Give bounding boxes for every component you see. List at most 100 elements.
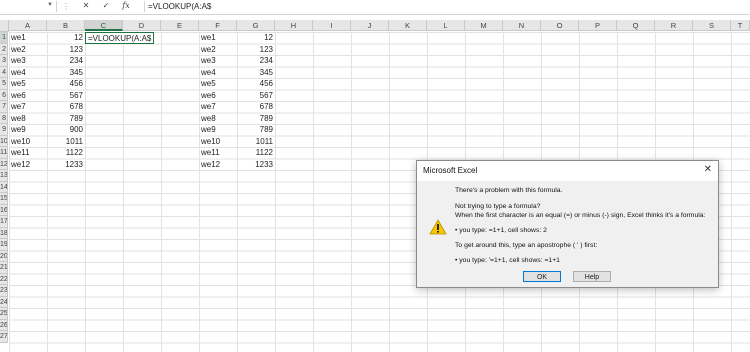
row-header-1[interactable]: 1 xyxy=(0,32,8,44)
ok-button[interactable]: OK xyxy=(523,271,561,282)
column-header-g[interactable]: G xyxy=(237,20,275,31)
cell-g2[interactable]: 123 xyxy=(237,44,275,56)
cell-f5[interactable]: we5 xyxy=(199,78,237,90)
row-header-13[interactable]: 13 xyxy=(0,170,8,182)
cell-g7[interactable]: 678 xyxy=(237,101,275,113)
row-header-6[interactable]: 6 xyxy=(0,89,8,101)
cell-b1[interactable]: 12 xyxy=(47,32,85,44)
column-header-n[interactable]: N xyxy=(503,20,541,31)
formula-input[interactable]: =VLOOKUP(A:A$ xyxy=(144,1,748,12)
name-box[interactable]: ▼ xyxy=(0,1,57,12)
cell-b11[interactable]: 1122 xyxy=(47,147,85,159)
insert-function-icon[interactable]: fx xyxy=(120,1,132,12)
cell-b9[interactable]: 900 xyxy=(47,124,85,136)
column-header-j[interactable]: J xyxy=(351,20,389,31)
row-header-11[interactable]: 11 xyxy=(0,147,8,159)
row-header-2[interactable]: 2 xyxy=(0,43,8,55)
row-header-5[interactable]: 5 xyxy=(0,78,8,90)
cell-a12[interactable]: we12 xyxy=(9,159,47,171)
cell-b4[interactable]: 345 xyxy=(47,67,85,79)
row-header-14[interactable]: 14 xyxy=(0,181,8,193)
cell-b3[interactable]: 234 xyxy=(47,55,85,67)
cell-a9[interactable]: we9 xyxy=(9,124,47,136)
column-header-c[interactable]: C xyxy=(85,20,123,31)
cell-g5[interactable]: 456 xyxy=(237,78,275,90)
cell-b8[interactable]: 789 xyxy=(47,113,85,125)
cell-g1[interactable]: 12 xyxy=(237,32,275,44)
cell-f6[interactable]: we6 xyxy=(199,90,237,102)
row-header-26[interactable]: 26 xyxy=(0,319,8,331)
cell-g9[interactable]: 789 xyxy=(237,124,275,136)
column-header-p[interactable]: P xyxy=(579,20,617,31)
cell-f3[interactable]: we3 xyxy=(199,55,237,67)
cell-a2[interactable]: we2 xyxy=(9,44,47,56)
cell-b7[interactable]: 678 xyxy=(47,101,85,113)
cell-b2[interactable]: 123 xyxy=(47,44,85,56)
cell-a4[interactable]: we4 xyxy=(9,67,47,79)
cell-f11[interactable]: we11 xyxy=(199,147,237,159)
cell-b6[interactable]: 567 xyxy=(47,90,85,102)
row-header-8[interactable]: 8 xyxy=(0,112,8,124)
column-header-m[interactable]: M xyxy=(465,20,503,31)
column-header-o[interactable]: O xyxy=(541,20,579,31)
cell-a7[interactable]: we7 xyxy=(9,101,47,113)
cell-a10[interactable]: we10 xyxy=(9,136,47,148)
chevron-down-icon[interactable]: ▼ xyxy=(47,2,53,8)
cell-f10[interactable]: we10 xyxy=(199,136,237,148)
cell-a11[interactable]: we11 xyxy=(9,147,47,159)
column-header-r[interactable]: R xyxy=(655,20,693,31)
select-all-corner[interactable] xyxy=(0,20,9,32)
row-header-4[interactable]: 4 xyxy=(0,66,8,78)
row-header-27[interactable]: 27 xyxy=(0,331,8,343)
cell-a3[interactable]: we3 xyxy=(9,55,47,67)
row-header-15[interactable]: 15 xyxy=(0,193,8,205)
row-header-25[interactable]: 25 xyxy=(0,308,8,320)
cell-f2[interactable]: we2 xyxy=(199,44,237,56)
column-header-i[interactable]: I xyxy=(313,20,351,31)
cell-b12[interactable]: 1233 xyxy=(47,159,85,171)
cell-f12[interactable]: we12 xyxy=(199,159,237,171)
column-header-d[interactable]: D xyxy=(123,20,161,31)
cell-a8[interactable]: we8 xyxy=(9,113,47,125)
row-header-10[interactable]: 10 xyxy=(0,135,8,147)
cell-g8[interactable]: 789 xyxy=(237,113,275,125)
row-header-19[interactable]: 19 xyxy=(0,239,8,251)
row-header-12[interactable]: 12 xyxy=(0,158,8,170)
cell-g11[interactable]: 1122 xyxy=(237,147,275,159)
column-header-q[interactable]: Q xyxy=(617,20,655,31)
row-header-23[interactable]: 23 xyxy=(0,285,8,297)
cell-g6[interactable]: 567 xyxy=(237,90,275,102)
cell-a6[interactable]: we6 xyxy=(9,90,47,102)
dialog-titlebar[interactable]: Microsoft Excel ✕ xyxy=(417,161,718,181)
column-header-f[interactable]: F xyxy=(199,20,237,31)
cell-a5[interactable]: we5 xyxy=(9,78,47,90)
row-header-21[interactable]: 21 xyxy=(0,262,8,274)
column-header-l[interactable]: L xyxy=(427,20,465,31)
column-header-s[interactable]: S xyxy=(693,20,731,31)
row-header-7[interactable]: 7 xyxy=(0,101,8,113)
cell-f9[interactable]: we9 xyxy=(199,124,237,136)
cell-g10[interactable]: 1011 xyxy=(237,136,275,148)
column-header-h[interactable]: H xyxy=(275,20,313,31)
row-header-18[interactable]: 18 xyxy=(0,227,8,239)
help-button[interactable]: Help xyxy=(573,271,611,282)
cell-f4[interactable]: we4 xyxy=(199,67,237,79)
row-header-3[interactable]: 3 xyxy=(0,55,8,67)
row-header-17[interactable]: 17 xyxy=(0,216,8,228)
row-header-9[interactable]: 9 xyxy=(0,124,8,136)
close-icon[interactable]: ✕ xyxy=(704,164,712,175)
cell-a1[interactable]: we1 xyxy=(9,32,47,44)
column-header-b[interactable]: B xyxy=(47,20,85,31)
cell-b5[interactable]: 456 xyxy=(47,78,85,90)
row-header-16[interactable]: 16 xyxy=(0,204,8,216)
cancel-icon[interactable]: ✕ xyxy=(80,1,92,12)
cell-g12[interactable]: 1233 xyxy=(237,159,275,171)
cell-f8[interactable]: we8 xyxy=(199,113,237,125)
cell-f7[interactable]: we7 xyxy=(199,101,237,113)
row-header-24[interactable]: 24 xyxy=(0,296,8,308)
row-header-20[interactable]: 20 xyxy=(0,250,8,262)
column-header-e[interactable]: E xyxy=(161,20,199,31)
column-header-a[interactable]: A xyxy=(9,20,47,31)
cell-g4[interactable]: 345 xyxy=(237,67,275,79)
row-header-22[interactable]: 22 xyxy=(0,273,8,285)
